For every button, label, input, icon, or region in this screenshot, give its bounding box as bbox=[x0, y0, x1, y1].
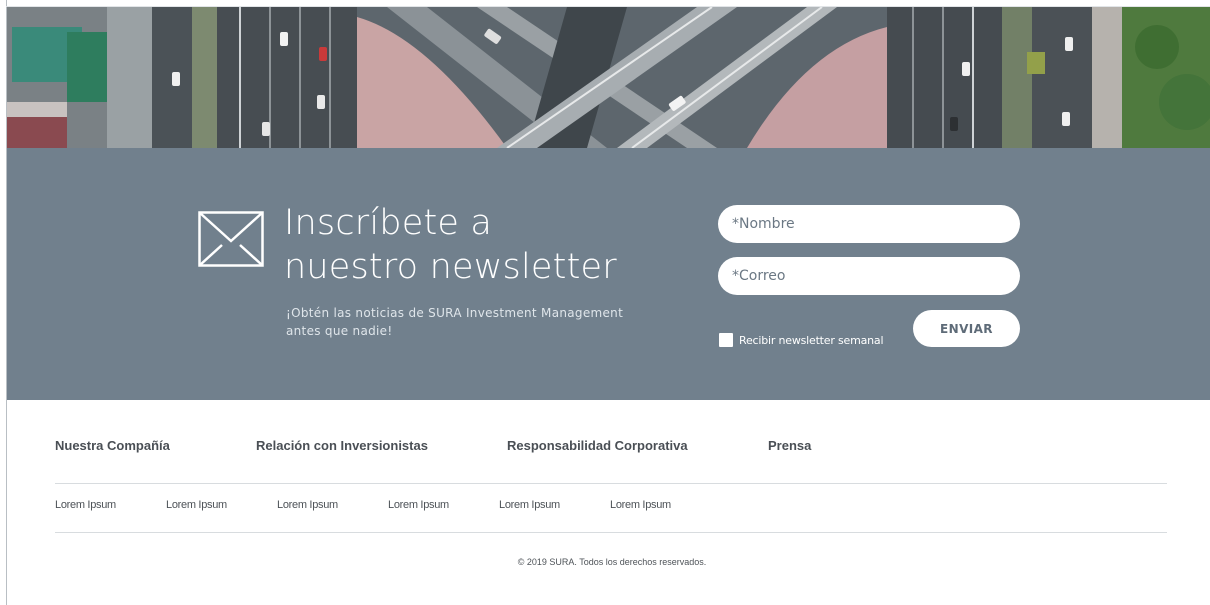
weekly-newsletter-checkbox[interactable] bbox=[719, 333, 733, 347]
footer-nav: Nuestra Compañía Relación con Inversioni… bbox=[7, 438, 1210, 456]
send-button[interactable]: ENVIAR bbox=[913, 310, 1020, 347]
aerial-highway-image bbox=[7, 7, 1210, 148]
weekly-newsletter-checkbox-row[interactable]: Recibir newsletter semanal bbox=[719, 332, 884, 348]
footer-nav-nuestra-compania[interactable]: Nuestra Compañía bbox=[55, 438, 170, 453]
newsletter-subtitle-line1: ¡Obtén las noticias de SURA Investment M… bbox=[286, 306, 624, 320]
envelope-icon bbox=[198, 211, 264, 267]
name-input[interactable] bbox=[718, 205, 1020, 243]
newsletter-title-line1: Inscríbete a bbox=[284, 203, 493, 243]
footer-link[interactable]: Lorem Ipsum bbox=[166, 499, 227, 511]
newsletter-subtitle: ¡Obtén las noticias de SURA Investment M… bbox=[286, 304, 666, 340]
newsletter-title-line2: nuestro newsletter bbox=[284, 247, 617, 287]
footer-nav-responsabilidad-corporativa[interactable]: Responsabilidad Corporativa bbox=[507, 438, 688, 453]
copyright-text: © 2019 SURA. Todos los derechos reservad… bbox=[517, 557, 707, 567]
footer-divider-top bbox=[55, 483, 1167, 484]
footer-link[interactable]: Lorem Ipsum bbox=[55, 499, 116, 511]
footer-links: Lorem Ipsum Lorem Ipsum Lorem Ipsum Lore… bbox=[7, 499, 1210, 515]
footer-nav-prensa[interactable]: Prensa bbox=[768, 438, 811, 453]
email-input[interactable] bbox=[718, 257, 1020, 295]
footer-nav-relacion-inversionistas[interactable]: Relación con Inversionistas bbox=[256, 438, 428, 453]
newsletter-title: Inscríbete a nuestro newsletter bbox=[284, 201, 684, 289]
newsletter-subtitle-line2: antes que nadie! bbox=[286, 324, 393, 338]
footer-link[interactable]: Lorem Ipsum bbox=[388, 499, 449, 511]
footer-link[interactable]: Lorem Ipsum bbox=[499, 499, 560, 511]
newsletter-section: Inscríbete a nuestro newsletter ¡Obtén l… bbox=[7, 148, 1210, 400]
hero-banner-image bbox=[7, 7, 1210, 148]
footer-link[interactable]: Lorem Ipsum bbox=[277, 499, 338, 511]
footer-divider-bottom bbox=[55, 532, 1167, 533]
footer: Nuestra Compañía Relación con Inversioni… bbox=[7, 400, 1210, 605]
weekly-newsletter-label: Recibir newsletter semanal bbox=[739, 333, 884, 347]
footer-link[interactable]: Lorem Ipsum bbox=[610, 499, 671, 511]
